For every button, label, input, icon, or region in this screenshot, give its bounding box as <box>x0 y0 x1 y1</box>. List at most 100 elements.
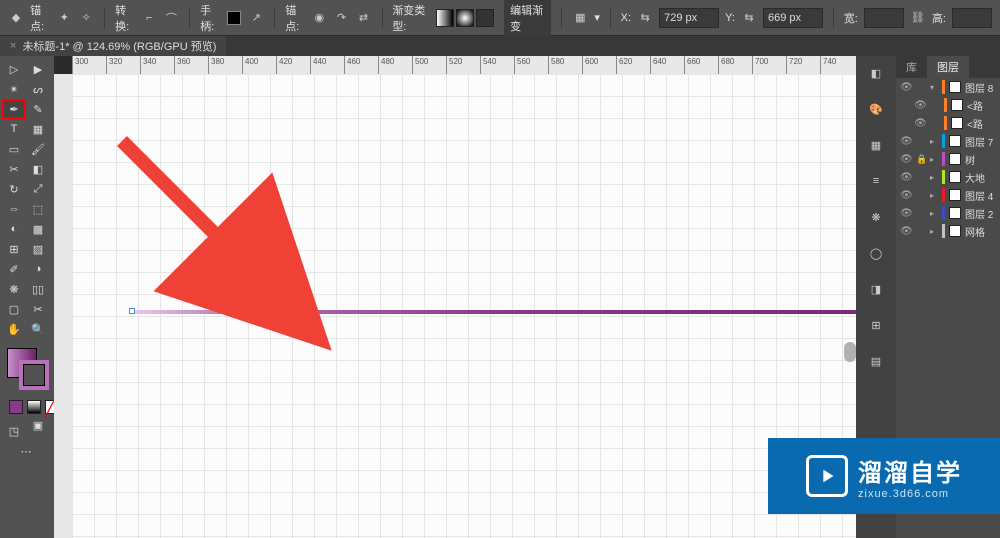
align-panel-icon[interactable]: ⊞ <box>865 314 887 336</box>
h-input[interactable] <box>952 8 992 28</box>
width-tool[interactable]: ⇔ <box>3 200 25 218</box>
convert-corner-icon[interactable]: ⌐ <box>141 8 157 28</box>
link-xy-icon[interactable]: ⇆ <box>637 8 653 28</box>
align-icon[interactable]: ▦ <box>572 8 588 28</box>
free-transform-tool[interactable]: ⬚ <box>27 200 49 218</box>
transform-panel-icon[interactable]: ▤ <box>865 350 887 372</box>
anchor-mode-1[interactable]: ✦ <box>56 8 72 28</box>
linear-gradient-swatch[interactable] <box>436 9 454 27</box>
rotate-tool[interactable]: ↻ <box>3 180 25 198</box>
y-input[interactable] <box>763 8 823 28</box>
visibility-icon[interactable]: 👁 <box>900 136 912 147</box>
stroke-swatch[interactable] <box>19 360 49 390</box>
curvature-tool[interactable]: ✎ <box>27 100 49 118</box>
link-wh-icon[interactable]: ⛓ <box>910 8 926 28</box>
edit-toolbar-button[interactable]: ⋯ <box>3 442 49 460</box>
cut-path-icon[interactable]: ↷ <box>333 8 349 28</box>
line-segment-tool[interactable]: ▦ <box>27 120 49 138</box>
chevron-icon[interactable]: ▸ <box>930 173 938 182</box>
chevron-icon[interactable]: ▸ <box>930 155 938 164</box>
column-graph-tool[interactable]: ▯▯ <box>27 280 49 298</box>
color-mode-swatch[interactable] <box>9 400 23 414</box>
gradient-panel-icon[interactable]: ◨ <box>865 278 887 300</box>
ruler-horizontal[interactable]: 3003203403603804004204404604805005205405… <box>72 56 856 74</box>
direct-selection-tool[interactable]: ▶ <box>27 60 49 78</box>
x-input[interactable] <box>659 8 719 28</box>
join-path-icon[interactable]: ⇄ <box>355 8 371 28</box>
properties-icon[interactable]: ◧ <box>865 62 887 84</box>
chevron-icon[interactable]: ▸ <box>930 209 938 218</box>
paintbrush-tool[interactable]: 🖌 <box>27 140 49 158</box>
layer-row[interactable]: 👁🔒▸树 <box>896 150 1000 168</box>
handle-swatch[interactable] <box>226 8 242 28</box>
shaper-tool[interactable]: ✂ <box>3 160 25 178</box>
shape-builder-tool[interactable]: ◐ <box>3 220 25 238</box>
visibility-icon[interactable]: 👁 <box>914 118 926 129</box>
handle-mode-icon[interactable]: ↗ <box>248 8 264 28</box>
freeform-gradient-swatch[interactable] <box>476 9 494 27</box>
visibility-icon[interactable]: 👁 <box>900 190 912 201</box>
swatches-icon[interactable]: ▦ <box>865 134 887 156</box>
magic-wand-tool[interactable]: ✴ <box>3 80 25 98</box>
visibility-icon[interactable]: 👁 <box>900 208 912 219</box>
anchor-mode-2[interactable]: ✧ <box>78 8 94 28</box>
anchor-icon[interactable]: ◆ <box>8 8 24 28</box>
visibility-icon[interactable]: 👁 <box>900 82 912 93</box>
visibility-icon[interactable]: 👁 <box>900 154 912 165</box>
draw-mode-tool[interactable]: ▣ <box>27 416 49 434</box>
layer-row[interactable]: 👁▸图层 2 <box>896 204 1000 222</box>
layer-row[interactable]: 👁▸图层 7 <box>896 132 1000 150</box>
eraser-tool[interactable]: ◧ <box>27 160 49 178</box>
document-tab[interactable]: × 未标题-1* @ 124.69% (RGB/GPU 预览) <box>0 36 226 56</box>
eyedropper-tool[interactable]: ✐ <box>3 260 25 278</box>
chevron-icon[interactable]: ▾ <box>930 83 938 92</box>
anchor2-icon[interactable]: ◉ <box>311 8 327 28</box>
visibility-icon[interactable]: 👁 <box>900 172 912 183</box>
radial-gradient-swatch[interactable] <box>456 9 474 27</box>
convert-smooth-icon[interactable]: ⌒ <box>163 8 179 28</box>
type-tool[interactable]: T <box>3 120 25 138</box>
zoom-tool[interactable]: 🔍 <box>27 320 49 338</box>
chevron-icon[interactable]: ▸ <box>930 137 938 146</box>
scrollbar-thumb[interactable] <box>844 342 856 362</box>
perspective-grid-tool[interactable]: ▩ <box>27 220 49 238</box>
close-icon[interactable]: × <box>10 40 16 52</box>
w-input[interactable] <box>864 8 904 28</box>
lasso-tool[interactable]: ᔕ <box>27 80 49 98</box>
symbols-icon[interactable]: ❋ <box>865 206 887 228</box>
ruler-vertical[interactable] <box>54 74 72 538</box>
screen-mode-tool[interactable]: ◳ <box>3 422 25 440</box>
library-tab[interactable]: 库 <box>896 56 927 78</box>
layer-row[interactable]: 👁▸大地 <box>896 168 1000 186</box>
rectangle-tool[interactable]: ▭ <box>3 140 25 158</box>
brushes-icon[interactable]: ≡ <box>865 170 887 192</box>
link-xy-icon-2[interactable]: ⇆ <box>741 8 757 28</box>
layer-row[interactable]: 👁<路 <box>896 96 1000 114</box>
symbol-sprayer-tool[interactable]: ❋ <box>3 280 25 298</box>
stroke-icon[interactable]: ◯ <box>865 242 887 264</box>
visibility-icon[interactable]: 👁 <box>914 100 926 111</box>
edit-gradient-button[interactable]: 编辑渐变 <box>504 0 551 36</box>
layer-row[interactable]: 👁▾图层 8 <box>896 78 1000 96</box>
hand-tool[interactable]: ✋ <box>3 320 25 338</box>
pen-tool[interactable]: ✒ <box>3 100 25 118</box>
fill-stroke-control[interactable] <box>5 346 49 392</box>
artboard-tool[interactable]: ▢ <box>3 300 25 318</box>
mesh-tool[interactable]: ⊞ <box>3 240 25 258</box>
canvas[interactable] <box>72 74 856 538</box>
layer-row[interactable]: 👁▸网格 <box>896 222 1000 240</box>
layer-row[interactable]: 👁▸图层 4 <box>896 186 1000 204</box>
gradient-tool[interactable]: ▨ <box>27 240 49 258</box>
selection-tool[interactable]: ▷ <box>3 60 25 78</box>
scale-tool[interactable]: ⤢ <box>27 180 49 198</box>
gradient-mode-swatch[interactable] <box>27 400 41 414</box>
layers-tab[interactable]: 图层 <box>927 56 969 78</box>
chevron-icon[interactable]: ▸ <box>930 227 938 236</box>
lock-icon[interactable]: 🔒 <box>916 154 926 165</box>
chevron-icon[interactable]: ▸ <box>930 191 938 200</box>
blend-tool[interactable]: ◑ <box>27 260 49 278</box>
visibility-icon[interactable]: 👁 <box>900 226 912 237</box>
layer-row[interactable]: 👁<路 <box>896 114 1000 132</box>
slice-tool[interactable]: ✂ <box>27 300 49 318</box>
color-icon[interactable]: 🎨 <box>865 98 887 120</box>
